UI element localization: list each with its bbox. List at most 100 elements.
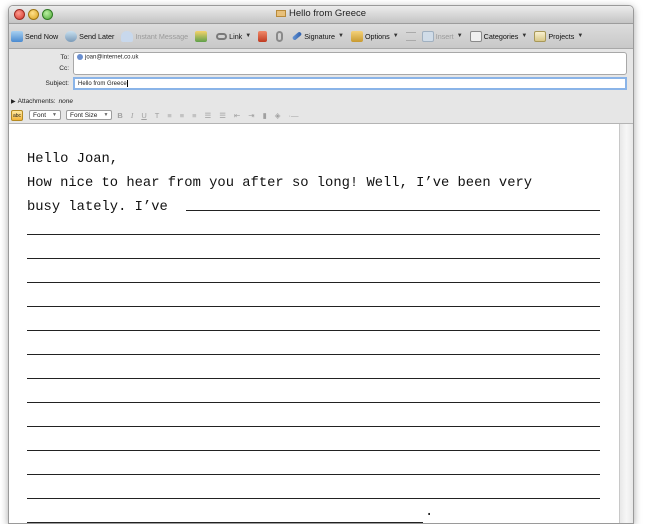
options-button[interactable]: Options ▼ [350,30,399,42]
chain-link-icon [216,32,228,40]
mail-compose-window: Hello from Greece Send Now Send Later In… [8,5,634,524]
writing-lines: . [27,124,600,523]
signature-button[interactable]: Signature ▼ [292,31,344,41]
disclosure-triangle-icon[interactable]: ▶ [11,99,16,105]
align-right-icon[interactable]: ≡ [192,111,196,120]
align-center-icon[interactable]: ≡ [180,111,184,120]
font-size-dropdown-icon: ▼ [103,112,109,118]
options-label: Options [364,31,390,41]
person-icon [121,30,134,42]
attachments-value: none [58,98,74,105]
folder-icon [534,30,547,42]
writing-rule [27,306,600,307]
font-select[interactable]: Font ▼ [29,110,61,120]
body-scrollbar[interactable] [619,124,633,523]
spelling-icon[interactable]: abc [11,109,23,121]
bulleted-list-icon[interactable]: ☰ [219,111,226,120]
link-dropdown-icon: ▼ [245,33,252,39]
link-button[interactable]: Link ▼ [216,32,251,41]
message-headers: To: joan@internet.co.uk Cc: Subject: Hel… [9,49,633,124]
writing-rule [27,378,600,379]
categories-button[interactable]: Categories ▼ [469,30,528,42]
text-cursor [126,80,128,87]
numbered-list-icon[interactable]: ☰ [205,111,212,120]
title-bar[interactable]: Hello from Greece [9,6,633,24]
projects-dropdown-icon: ▼ [577,33,584,39]
insert-label: Insert [435,31,454,41]
to-label: To: [60,54,69,61]
options-icon [350,30,363,42]
picture-icon [195,30,208,42]
font-select-label: Font [33,111,47,119]
to-address[interactable]: joan@internet.co.uk [85,55,138,61]
cc-label: Cc: [59,65,69,72]
writing-rule [27,498,600,499]
highlight-icon[interactable]: ▮ [263,111,267,120]
format-lines-icon[interactable] [405,31,416,41]
writing-rule [27,258,600,259]
insert-dropdown-icon: ▼ [456,33,463,39]
text-color-button[interactable]: T [155,111,160,120]
message-body[interactable]: Hello Joan, How nice to hear from you af… [9,124,621,523]
send-later-button[interactable]: Send Later [65,30,115,42]
writing-rule [186,210,600,211]
format-bar: abc Font ▼ Font Size ▼ B I U T ≡ ≡ ≡ ☰ ☰ ⇤… [11,108,306,122]
categories-label: Categories [483,31,519,41]
send-later-label: Send Later [79,31,115,41]
pen-icon [292,31,303,41]
font-size-select[interactable]: Font Size ▼ [65,110,113,120]
subject-field[interactable]: Hello from Greece [73,77,627,90]
projects-button[interactable]: Projects ▼ [534,30,584,42]
window-title: Hello from Greece [9,8,633,19]
attach-picture-button[interactable] [195,30,209,42]
insert-table-icon [421,30,434,42]
decrease-indent-icon[interactable]: ⇤ [234,111,240,120]
cc-row: Cc: [9,63,633,74]
attach-button[interactable] [276,30,285,42]
send-now-button[interactable]: Send Now [11,30,59,42]
align-left-icon[interactable]: ≡ [167,111,171,120]
writing-rule [27,354,600,355]
underline-button[interactable]: U [141,111,146,120]
writing-rule [27,282,600,283]
subject-value: Hello from Greece [78,81,127,88]
delete-link-button[interactable] [258,30,269,42]
attachments-label: Attachments: [17,98,56,105]
writing-rule [27,426,600,427]
bold-button[interactable]: B [117,111,122,120]
send-later-icon [65,30,78,42]
signature-label: Signature [304,31,336,41]
attachments-row[interactable]: ▶ Attachments: none [11,98,73,105]
envelope-icon [275,9,286,17]
trash-icon [258,30,268,42]
options-dropdown-icon: ▼ [392,33,399,39]
categories-icon [469,30,482,42]
closing-period: . [425,505,434,520]
instant-message-label: Instant Message [135,31,189,41]
contact-icon [77,54,83,60]
font-size-label: Font Size [69,111,98,119]
italic-button[interactable]: I [131,111,134,120]
subject-label: Subject: [45,80,70,87]
writing-rule [27,234,600,235]
writing-rule [27,474,600,475]
toolbar: Send Now Send Later Instant Message Link… [9,24,633,49]
paint-bucket-icon[interactable]: ◈ [275,111,281,120]
horizontal-line-icon[interactable]: ·— [288,111,298,120]
instant-message-button[interactable]: Instant Message [121,30,189,42]
writing-rule [27,450,600,451]
projects-label: Projects [548,31,575,41]
categories-dropdown-icon: ▼ [521,33,528,39]
send-now-label: Send Now [25,31,59,41]
window-title-text: Hello from Greece [288,8,367,19]
font-dropdown-icon: ▼ [52,112,57,118]
writing-rule [27,522,423,523]
paperclip-icon [276,30,284,42]
send-now-icon [11,30,23,42]
increase-indent-icon[interactable]: ⇥ [248,111,254,120]
writing-rule [27,402,600,403]
writing-rule [27,330,600,331]
link-label: Link [229,31,243,41]
insert-button[interactable]: Insert ▼ [421,30,463,42]
signature-dropdown-icon: ▼ [338,33,344,39]
